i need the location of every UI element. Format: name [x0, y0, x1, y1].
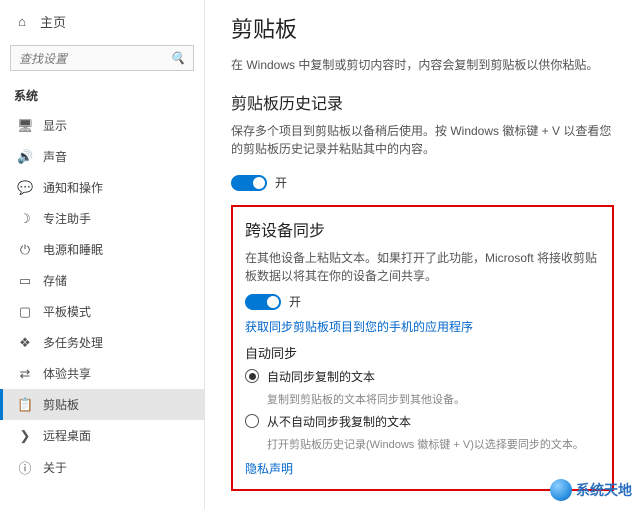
radio-never-sync[interactable]: 从不自动同步我复制的文本 — [245, 413, 600, 430]
history-desc: 保存多个项目到剪贴板以备稍后使用。按 Windows 徽标键 + V 以查看您的… — [231, 122, 614, 158]
sidebar-item-label: 远程桌面 — [43, 427, 91, 444]
page-title: 剪贴板 — [231, 12, 614, 44]
sidebar-item-label: 通知和操作 — [43, 179, 103, 196]
sidebar-item-label: 存储 — [43, 272, 67, 289]
storage-icon: ▭ — [17, 273, 33, 289]
watermark-text: 系统天地 — [576, 480, 632, 500]
tablet-icon: ▢ — [17, 304, 33, 320]
sidebar-item-focus-assist[interactable]: ☽ 专注助手 — [0, 203, 204, 234]
speaker-icon: 🔊 — [17, 149, 33, 165]
main-content: 剪贴板 在 Windows 中复制或剪切内容时，内容会复制到剪贴板以供你粘贴。 … — [205, 0, 640, 509]
sidebar-item-power[interactable]: ⏻ 电源和睡眠 — [0, 234, 204, 265]
sync-section-title: 跨设备同步 — [245, 217, 600, 241]
radio-auto-label: 自动同步复制的文本 — [267, 368, 375, 385]
sidebar-item-label: 剪贴板 — [43, 396, 79, 413]
search-icon: 🔍 — [170, 51, 185, 65]
sidebar-item-shared-exp[interactable]: ⇄ 体验共享 — [0, 358, 204, 389]
sidebar-item-multitask[interactable]: ❖ 多任务处理 — [0, 327, 204, 358]
sidebar-item-sound[interactable]: 🔊 声音 — [0, 141, 204, 172]
sync-toggle[interactable] — [245, 294, 281, 310]
sync-app-link[interactable]: 获取同步剪贴板项目到您的手机的应用程序 — [245, 318, 600, 335]
search-placeholder: 查找设置 — [19, 50, 67, 67]
clipboard-icon: 📋 — [17, 397, 33, 413]
sidebar-item-tablet[interactable]: ▢ 平板模式 — [0, 296, 204, 327]
intro-text: 在 Windows 中复制或剪切内容时，内容会复制到剪贴板以供你粘贴。 — [231, 56, 614, 74]
sidebar-item-clipboard[interactable]: 📋 剪贴板 — [0, 389, 204, 420]
multitask-icon: ❖ — [17, 335, 33, 351]
sidebar-item-notifications[interactable]: 💬 通知和操作 — [0, 172, 204, 203]
radio-selected-icon — [245, 369, 259, 383]
home-label: 主页 — [40, 12, 66, 31]
share-icon: ⇄ — [17, 366, 33, 382]
radio-auto-sub: 复制到剪贴板的文本将同步到其他设备。 — [267, 391, 600, 407]
remote-icon: ❯ — [17, 428, 33, 444]
watermark: 系统天地 — [550, 479, 632, 501]
radio-never-label: 从不自动同步我复制的文本 — [267, 413, 411, 430]
sidebar-item-remote-desktop[interactable]: ❯ 远程桌面 — [0, 420, 204, 451]
search-input[interactable]: 查找设置 🔍 — [10, 45, 194, 71]
radio-unselected-icon — [245, 414, 259, 428]
sync-highlight-box: 跨设备同步 在其他设备上粘贴文本。如果打开了此功能，Microsoft 将接收剪… — [231, 205, 614, 491]
history-toggle[interactable] — [231, 175, 267, 191]
sidebar-item-label: 专注助手 — [43, 210, 91, 227]
history-section-title: 剪贴板历史记录 — [231, 90, 614, 114]
sidebar-item-label: 显示 — [43, 117, 67, 134]
sidebar-group-heading: 系统 — [0, 81, 204, 110]
power-icon: ⏻ — [17, 242, 33, 258]
monitor-icon: 🖥 — [17, 118, 33, 134]
sidebar-item-about[interactable]: ⓘ 关于 — [0, 451, 204, 484]
sidebar-item-label: 平板模式 — [43, 303, 91, 320]
radio-auto-sync[interactable]: 自动同步复制的文本 — [245, 368, 600, 385]
sidebar: ⌂ 主页 查找设置 🔍 系统 🖥 显示 🔊 声音 💬 通知和操作 ☽ 专注助手 … — [0, 0, 205, 509]
nav-home[interactable]: ⌂ 主页 — [0, 4, 204, 39]
sidebar-item-label: 关于 — [43, 459, 67, 476]
moon-icon: ☽ — [17, 211, 33, 227]
info-icon: ⓘ — [17, 458, 33, 477]
sidebar-item-display[interactable]: 🖥 显示 — [0, 110, 204, 141]
privacy-link[interactable]: 隐私声明 — [245, 460, 600, 477]
clear-section-title: 清除剪贴板数据 — [231, 505, 614, 509]
sidebar-item-label: 电源和睡眠 — [43, 241, 103, 258]
notification-icon: 💬 — [17, 180, 33, 196]
sidebar-item-storage[interactable]: ▭ 存储 — [0, 265, 204, 296]
radio-never-sub: 打开剪贴板历史记录(Windows 徽标键 + V)以选择要同步的文本。 — [267, 436, 600, 452]
sidebar-item-label: 多任务处理 — [43, 334, 103, 351]
home-icon: ⌂ — [14, 14, 30, 29]
sync-toggle-label: 开 — [289, 293, 301, 310]
history-toggle-label: 开 — [275, 174, 287, 191]
sidebar-item-label: 声音 — [43, 148, 67, 165]
globe-icon — [550, 479, 572, 501]
auto-sync-heading: 自动同步 — [245, 343, 600, 362]
sidebar-item-label: 体验共享 — [43, 365, 91, 382]
sync-desc: 在其他设备上粘贴文本。如果打开了此功能，Microsoft 将接收剪贴板数据以将… — [245, 249, 600, 285]
